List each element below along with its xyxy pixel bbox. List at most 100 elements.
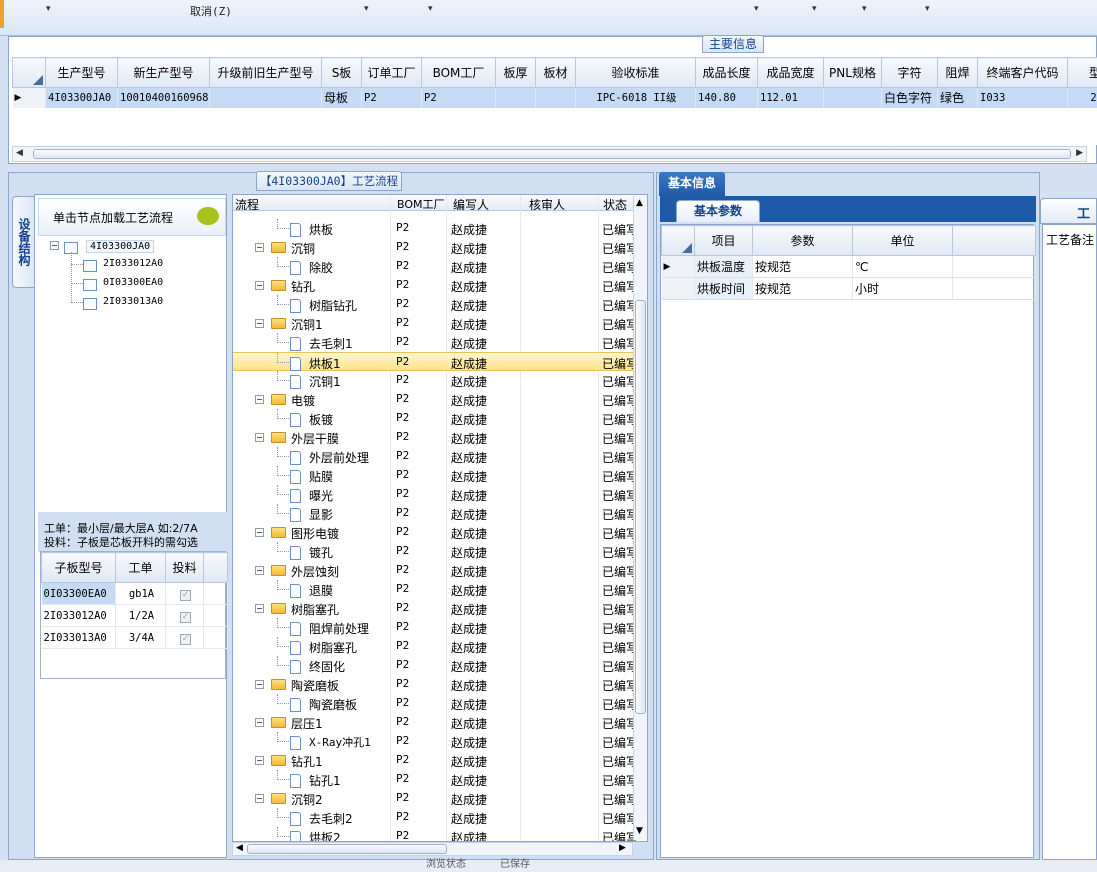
- process-row[interactable]: 曝光 P2 赵成捷 已编写: [233, 485, 638, 504]
- col-header[interactable]: 核审人: [529, 196, 565, 213]
- col-header[interactable]: 板材: [535, 57, 576, 88]
- process-row[interactable]: 烘板1 P2 赵成捷 已编写: [233, 352, 638, 372]
- table-row[interactable]: ▶ 烘板温度 按规范 ℃: [661, 255, 1036, 278]
- col-header[interactable]: 订单工厂: [361, 57, 422, 88]
- cell[interactable]: [495, 87, 536, 108]
- process-row[interactable]: 烘板 P2 赵成捷 已编写: [233, 219, 638, 238]
- scroll-down-icon[interactable]: ▼: [636, 826, 643, 836]
- feed-checkbox[interactable]: ✓: [180, 634, 191, 645]
- col-header[interactable]: 验收标准: [575, 57, 696, 88]
- process-row[interactable]: 退膜 P2 赵成捷 已编写: [233, 580, 638, 599]
- dropdown-arrow-icon[interactable]: ▾: [754, 4, 759, 14]
- dropdown-arrow-icon[interactable]: ▾: [46, 4, 51, 14]
- cancel-button[interactable]: 取消(Z): [190, 3, 232, 19]
- col-header[interactable]: 成品宽度: [757, 57, 824, 88]
- process-name[interactable]: 钻孔: [291, 278, 315, 295]
- process-row[interactable]: − 树脂塞孔 P2 赵成捷 已编写: [233, 599, 638, 618]
- cell[interactable]: 2I033012A0: [41, 604, 116, 627]
- cell[interactable]: 112.01: [757, 87, 824, 108]
- dropdown-arrow-icon[interactable]: ▾: [925, 4, 930, 14]
- process-row[interactable]: 树脂塞孔 P2 赵成捷 已编写: [233, 637, 638, 656]
- cell[interactable]: 0I03300EA0: [41, 582, 116, 605]
- cell[interactable]: gb1A: [115, 582, 166, 605]
- collapse-icon[interactable]: −: [255, 604, 264, 613]
- process-name[interactable]: 陶瓷磨板: [309, 696, 357, 713]
- col-header[interactable]: S板: [321, 57, 362, 88]
- tab-basic-info[interactable]: 基本信息: [659, 172, 725, 196]
- process-name[interactable]: 去毛刺2: [309, 810, 353, 827]
- cell[interactable]: P2: [421, 87, 496, 108]
- collapse-icon[interactable]: −: [255, 566, 264, 575]
- dropdown-arrow-icon[interactable]: ▾: [862, 4, 867, 14]
- scrollbar-thumb[interactable]: [247, 844, 447, 854]
- cell[interactable]: [823, 87, 882, 108]
- process-name[interactable]: 树脂钻孔: [309, 297, 357, 314]
- col-header[interactable]: PNL规格: [823, 57, 882, 88]
- feed-checkbox[interactable]: ✓: [180, 590, 191, 601]
- col-header[interactable]: BOM工厂: [397, 196, 445, 212]
- cell[interactable]: 按规范: [752, 255, 853, 278]
- collapse-icon[interactable]: −: [255, 281, 264, 290]
- scroll-right-icon[interactable]: ▶: [619, 843, 626, 853]
- process-row[interactable]: X-Ray冲孔1 P2 赵成捷 已编写: [233, 732, 638, 751]
- process-name[interactable]: 沉铜2: [291, 791, 323, 808]
- cell[interactable]: 3/4A: [115, 626, 166, 649]
- process-name[interactable]: 镀孔: [309, 544, 333, 561]
- tab-process-notes[interactable]: 工艺: [1040, 198, 1097, 241]
- process-row[interactable]: − 沉铜2 P2 赵成捷 已编写: [233, 789, 638, 808]
- table-row[interactable]: 2I033012A0 1/2A ✓: [41, 604, 228, 627]
- process-name[interactable]: 退膜: [309, 582, 333, 599]
- collapse-icon[interactable]: −: [255, 243, 264, 252]
- feed-checkbox[interactable]: ✓: [180, 612, 191, 623]
- process-name[interactable]: 外层干膜: [291, 430, 339, 447]
- process-row[interactable]: 阻焊前处理 P2 赵成捷 已编写: [233, 618, 638, 637]
- process-name[interactable]: 烘板1: [309, 355, 341, 372]
- process-name[interactable]: 显影: [309, 506, 333, 523]
- cell[interactable]: 白色字符: [881, 87, 938, 108]
- table-row[interactable]: 0I03300EA0 gb1A ✓: [41, 582, 228, 605]
- col-header[interactable]: 状态: [603, 196, 627, 213]
- col-header[interactable]: 板厚: [495, 57, 536, 88]
- process-row[interactable]: 沉铜1 P2 赵成捷 已编写: [233, 371, 638, 390]
- process-row[interactable]: − 外层蚀刻 P2 赵成捷 已编写: [233, 561, 638, 580]
- process-row[interactable]: 板镀 P2 赵成捷 已编写: [233, 409, 638, 428]
- corner-cell[interactable]: [12, 57, 46, 88]
- horizontal-scrollbar[interactable]: ◀ ▶: [12, 146, 1087, 162]
- col-header[interactable]: 升级前旧生产型号: [209, 57, 322, 88]
- process-name[interactable]: 钻孔1: [291, 753, 323, 770]
- dropdown-arrow-icon[interactable]: ▾: [428, 4, 433, 14]
- process-name[interactable]: 沉铜1: [309, 373, 341, 390]
- col-header[interactable]: 单位: [852, 225, 953, 256]
- scrollbar-thumb[interactable]: [635, 300, 646, 714]
- collapse-icon[interactable]: −: [255, 756, 264, 765]
- process-row[interactable]: − 电镀 P2 赵成捷 已编写: [233, 390, 638, 409]
- cell[interactable]: 烘板温度: [694, 255, 753, 278]
- process-row[interactable]: 贴膜 P2 赵成捷 已编写: [233, 466, 638, 485]
- col-header[interactable]: 编写人: [453, 196, 489, 213]
- process-row[interactable]: 去毛刺2 P2 赵成捷 已编写: [233, 808, 638, 827]
- process-name[interactable]: 曝光: [309, 487, 333, 504]
- process-row[interactable]: 显影 P2 赵成捷 已编写: [233, 504, 638, 523]
- scrollbar-thumb[interactable]: [33, 149, 1071, 159]
- col-header[interactable]: 成品长度: [695, 57, 758, 88]
- cell[interactable]: 140.80: [695, 87, 758, 108]
- col-header[interactable]: 阻焊: [937, 57, 978, 88]
- scroll-right-icon[interactable]: ▶: [1076, 148, 1083, 158]
- process-name[interactable]: 阻焊前处理: [309, 620, 369, 637]
- tree-node-root[interactable]: 4I03300JA0: [86, 240, 155, 253]
- process-row[interactable]: 陶瓷磨板 P2 赵成捷 已编写: [233, 694, 638, 713]
- tree-node[interactable]: 0I03300EA0: [103, 277, 163, 288]
- corner-cell[interactable]: [661, 225, 695, 256]
- table-row[interactable]: ▶ 4I03300JA0 10010400160968 母板 P2 P2 IPC…: [12, 87, 1097, 108]
- col-header[interactable]: 终端客户代码: [977, 57, 1068, 88]
- splitter[interactable]: [0, 164, 1097, 172]
- cell[interactable]: [209, 87, 322, 108]
- process-name[interactable]: 沉铜: [291, 240, 315, 257]
- process-name[interactable]: 除胶: [309, 259, 333, 276]
- scroll-up-icon[interactable]: ▲: [636, 198, 643, 208]
- table-row[interactable]: 2I033013A0 3/4A ✓: [41, 626, 228, 649]
- process-name[interactable]: 电镀: [291, 392, 315, 409]
- cell[interactable]: 绿色: [937, 87, 978, 108]
- cell[interactable]: 小时: [852, 277, 953, 300]
- cell[interactable]: 10010400160968: [117, 87, 210, 108]
